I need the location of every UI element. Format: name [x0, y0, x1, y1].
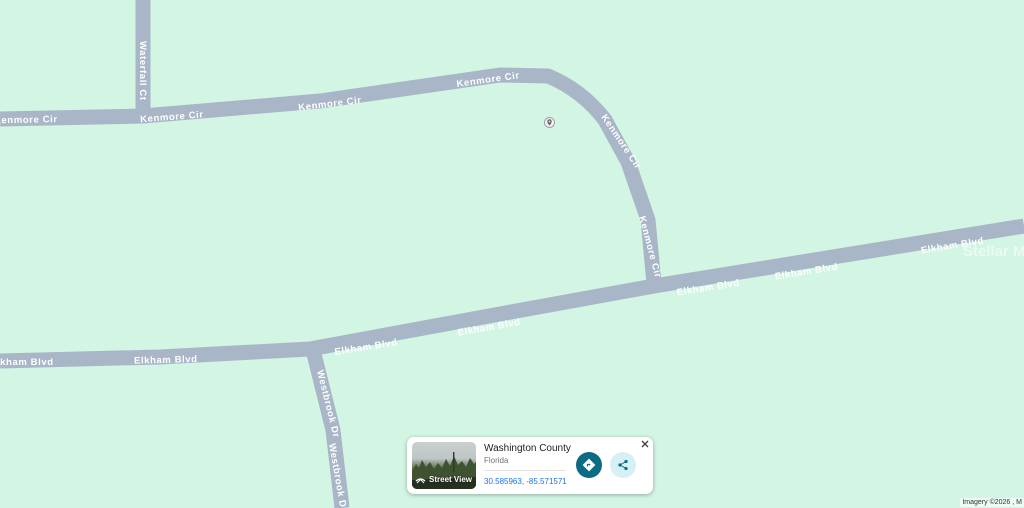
directions-button[interactable] [576, 452, 602, 478]
close-icon [641, 440, 649, 448]
street-view-thumbnail[interactable]: Street View [412, 442, 476, 489]
place-subtitle: Florida [484, 456, 509, 465]
road-elkham-blvd[interactable] [0, 218, 1024, 369]
card-divider [484, 470, 566, 471]
road-label-kenmore-cir: Kenmore Cir [0, 114, 58, 126]
road-label-waterfall-ct: Waterfall Ct [137, 41, 148, 101]
street-view-icon [415, 477, 426, 483]
street-view-label[interactable]: Street View [415, 475, 472, 484]
road-label-elkham-blvd: Elkham Blvd [0, 357, 54, 368]
share-button[interactable] [610, 452, 636, 478]
location-info-card: Street View Washington County Florida 30… [407, 437, 653, 494]
map-canvas[interactable]: Kenmore Cir Kenmore Cir Kenmore Cir Kenm… [0, 0, 1024, 508]
place-title: Washington County [484, 443, 571, 454]
road-label-elkham-blvd: Elkham Blvd [134, 354, 198, 367]
share-icon [618, 459, 628, 471]
location-pin-icon[interactable] [544, 117, 555, 128]
watermark: Stellar MLS [963, 243, 1024, 260]
map-attribution: Imagery ©2026 , M [960, 498, 1024, 507]
directions-icon [582, 458, 596, 472]
street-view-text: Street View [429, 475, 472, 484]
coordinates-link[interactable]: 30.585963, -85.571571 [484, 477, 567, 486]
close-button[interactable] [639, 438, 651, 450]
